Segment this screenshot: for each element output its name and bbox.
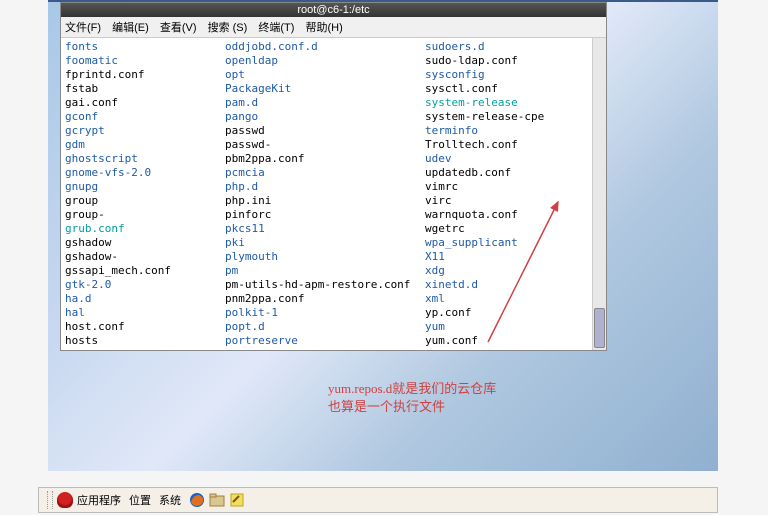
file-entry: gai.conf [65, 96, 225, 110]
file-entry: ha.d [65, 292, 225, 306]
file-entry: php.ini [225, 194, 425, 208]
menu-edit[interactable]: 编辑(E) [112, 22, 149, 34]
file-entry: xdg [425, 264, 602, 278]
notes-icon[interactable] [229, 492, 245, 508]
file-entry: wgetrc [425, 222, 602, 236]
file-entry: pango [225, 110, 425, 124]
scrollbar[interactable] [592, 38, 606, 350]
file-entry: gcrypt [65, 124, 225, 138]
file-entry: foomatic [65, 54, 225, 68]
taskbar-system[interactable]: 系统 [159, 492, 181, 508]
desktop-background: root@c6-1:/etc 文件(F) 编辑(E) 查看(V) 搜索 (S) … [48, 0, 718, 471]
file-entry: xml [425, 292, 602, 306]
annotation-text: yum.repos.d就是我们的云仓库 也算是一个执行文件 [328, 380, 496, 416]
file-entry: system-release [425, 96, 602, 110]
file-manager-icon[interactable] [209, 492, 225, 508]
taskbar-apps-label: 应用程序 [77, 492, 121, 508]
taskbar-start[interactable]: 应用程序 [57, 492, 121, 508]
file-entry: yp.conf [425, 306, 602, 320]
menubar: 文件(F) 编辑(E) 查看(V) 搜索 (S) 终端(T) 帮助(H) [61, 17, 606, 38]
file-entry: pcmcia [225, 166, 425, 180]
terminal-window: root@c6-1:/etc 文件(F) 编辑(E) 查看(V) 搜索 (S) … [60, 2, 607, 351]
file-entry: sysctl.conf [425, 82, 602, 96]
file-entry: Trolltech.conf [425, 138, 602, 152]
file-entry: oddjobd.conf.d [225, 40, 425, 54]
file-entry: vimrc [425, 180, 602, 194]
menu-view[interactable]: 查看(V) [160, 22, 197, 34]
file-entry: pbm2ppa.conf [225, 152, 425, 166]
file-entry: gnome-vfs-2.0 [65, 166, 225, 180]
file-entry: passwd- [225, 138, 425, 152]
file-entry: pm-utils-hd-apm-restore.conf [225, 278, 425, 292]
file-entry: host.conf [65, 320, 225, 334]
file-entry: sudo-ldap.conf [425, 54, 602, 68]
file-entry: pnm2ppa.conf [225, 292, 425, 306]
file-entry: PackageKit [225, 82, 425, 96]
file-entry: sysconfig [425, 68, 602, 82]
file-entry: passwd [225, 124, 425, 138]
file-entry: group [65, 194, 225, 208]
annotation-line-1: yum.repos.d就是我们的云仓库 [328, 380, 496, 398]
taskbar-places[interactable]: 位置 [129, 492, 151, 508]
file-entry: gtk-2.0 [65, 278, 225, 292]
file-entry: hosts [65, 334, 225, 348]
file-entry: gnupg [65, 180, 225, 194]
firefox-icon[interactable] [189, 492, 205, 508]
file-entry: group- [65, 208, 225, 222]
listing-column-1: fontsfoomaticfprintd.conffstabgai.confgc… [65, 40, 225, 350]
file-entry: fprintd.conf [65, 68, 225, 82]
menu-terminal[interactable]: 终端(T) [258, 22, 294, 34]
file-entry: pinforc [225, 208, 425, 222]
file-entry: opt [225, 68, 425, 82]
file-entry: pkcs11 [225, 222, 425, 236]
file-entry: grub.conf [65, 222, 225, 236]
file-entry: pki [225, 236, 425, 250]
file-entry: ghostscript [65, 152, 225, 166]
taskbar-divider [47, 491, 53, 509]
menu-file[interactable]: 文件(F) [65, 22, 101, 34]
file-entry: xinetd.d [425, 278, 602, 292]
listing-column-2: oddjobd.conf.dopenldapoptPackageKitpam.d… [225, 40, 425, 350]
file-entry: gshadow [65, 236, 225, 250]
file-entry: warnquota.conf [425, 208, 602, 222]
file-entry: openldap [225, 54, 425, 68]
file-entry: X11 [425, 250, 602, 264]
file-entry: portreserve [225, 334, 425, 348]
file-entry: hosts.allow [65, 348, 225, 350]
file-entry: wpa_supplicant [425, 236, 602, 250]
file-entry: terminfo [425, 124, 602, 138]
file-entry: udev [425, 152, 602, 166]
file-entry: updatedb.conf [425, 166, 602, 180]
file-entry: gshadow- [65, 250, 225, 264]
file-entry: yum [425, 320, 602, 334]
file-entry: hal [65, 306, 225, 320]
file-entry: pam.d [225, 96, 425, 110]
scrollbar-thumb[interactable] [594, 308, 605, 348]
menu-search[interactable]: 搜索 (S) [208, 22, 248, 34]
file-entry: popt.d [225, 320, 425, 334]
annotation-line-2: 也算是一个执行文件 [328, 398, 496, 416]
file-entry: gdm [65, 138, 225, 152]
file-entry: gssapi_mech.conf [65, 264, 225, 278]
file-entry: fstab [65, 82, 225, 96]
terminal-output[interactable]: fontsfoomaticfprintd.conffstabgai.confgc… [61, 38, 606, 350]
file-entry: system-release-cpe [425, 110, 602, 124]
listing-column-3: sudoers.dsudo-ldap.confsysconfigsysctl.c… [425, 40, 602, 350]
taskbar: 应用程序 位置 系统 [38, 487, 718, 513]
file-entry: pm [225, 264, 425, 278]
file-entry: php.d [225, 180, 425, 194]
file-entry: gconf [65, 110, 225, 124]
file-entry: polkit-1 [225, 306, 425, 320]
redhat-icon [57, 492, 73, 508]
file-entry: fonts [65, 40, 225, 54]
file-entry: yum.conf [425, 334, 602, 348]
file-entry: virc [425, 194, 602, 208]
file-entry: yum.repos.d [425, 348, 602, 350]
menu-help[interactable]: 帮助(H) [305, 22, 342, 34]
file-entry: plymouth [225, 250, 425, 264]
window-titlebar[interactable]: root@c6-1:/etc [61, 3, 606, 17]
file-entry: sudoers.d [425, 40, 602, 54]
file-entry: postfix [225, 348, 425, 350]
